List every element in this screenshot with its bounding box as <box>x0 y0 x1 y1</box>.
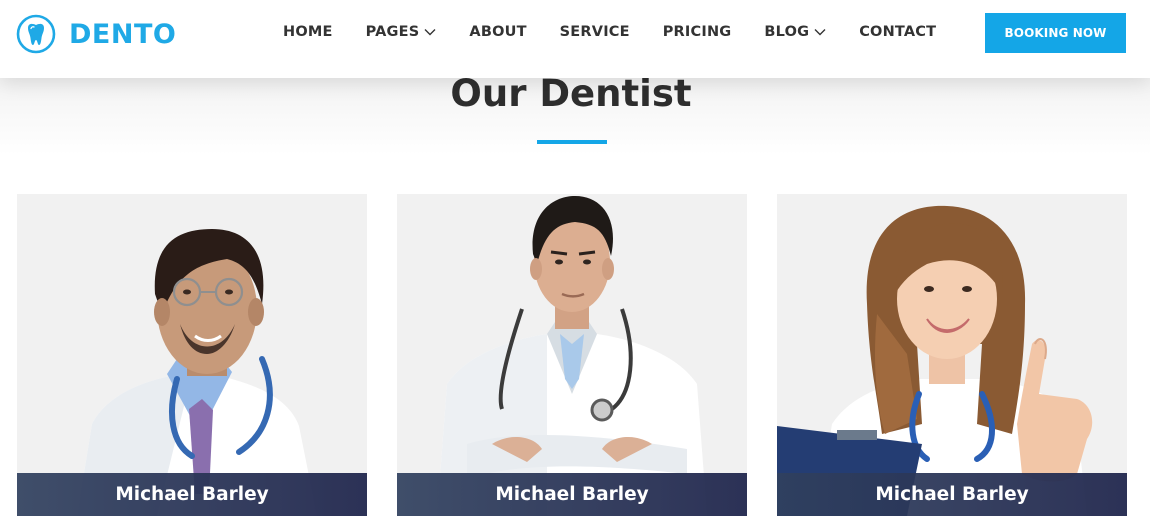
nav-item-service[interactable]: SERVICE <box>560 24 630 40</box>
chevron-down-icon <box>424 29 436 36</box>
dentist-card[interactable]: Michael Barley <box>397 194 747 516</box>
dentist-name: Michael Barley <box>115 484 269 505</box>
dentist-name-bar: Michael Barley <box>17 473 367 516</box>
nav-item-label: PRICING <box>662 24 732 40</box>
nav-item-label: HOME <box>283 24 333 40</box>
nav-item-blog[interactable]: BLOG <box>764 24 826 40</box>
nav-item-pages[interactable]: PAGES <box>366 24 437 40</box>
dentist-card[interactable]: Michael Barley <box>777 194 1127 516</box>
nav-item-about[interactable]: ABOUT <box>469 24 526 40</box>
nav-item-pricing[interactable]: PRICING <box>663 24 732 40</box>
dentist-name-bar: Michael Barley <box>397 473 747 516</box>
nav-item-label: ABOUT <box>469 24 527 40</box>
section-title: Our Dentist <box>450 72 692 115</box>
site-header: DENTO HOME PAGES ABOUT SERVICE PRICING B… <box>0 0 1150 78</box>
brand-logo[interactable]: DENTO <box>16 13 176 55</box>
title-underline <box>537 140 607 144</box>
dentist-card[interactable]: Michael Barley <box>17 194 367 516</box>
dentist-photo-male-glasses <box>17 194 367 516</box>
dentist-name: Michael Barley <box>495 484 649 505</box>
nav-item-contact[interactable]: CONTACT <box>859 24 936 40</box>
dentist-name: Michael Barley <box>875 484 1029 505</box>
dentist-photo-female-thumbs-up <box>777 194 1127 516</box>
nav-item-label: PAGES <box>365 24 420 40</box>
nav-item-label: SERVICE <box>559 24 630 40</box>
tooth-logo-icon <box>16 14 56 54</box>
nav-item-label: CONTACT <box>859 24 937 40</box>
nav-item-home[interactable]: HOME <box>283 24 333 40</box>
brand-name: DENTO <box>69 18 177 50</box>
nav-item-label: BLOG <box>764 24 810 40</box>
booking-now-button[interactable]: BOOKING NOW <box>985 13 1126 53</box>
dentist-name-bar: Michael Barley <box>777 473 1127 516</box>
dentist-photo-male-arms-crossed <box>397 194 747 516</box>
main-nav: HOME PAGES ABOUT SERVICE PRICING BLOG CO… <box>283 24 936 40</box>
chevron-down-icon <box>814 29 826 36</box>
